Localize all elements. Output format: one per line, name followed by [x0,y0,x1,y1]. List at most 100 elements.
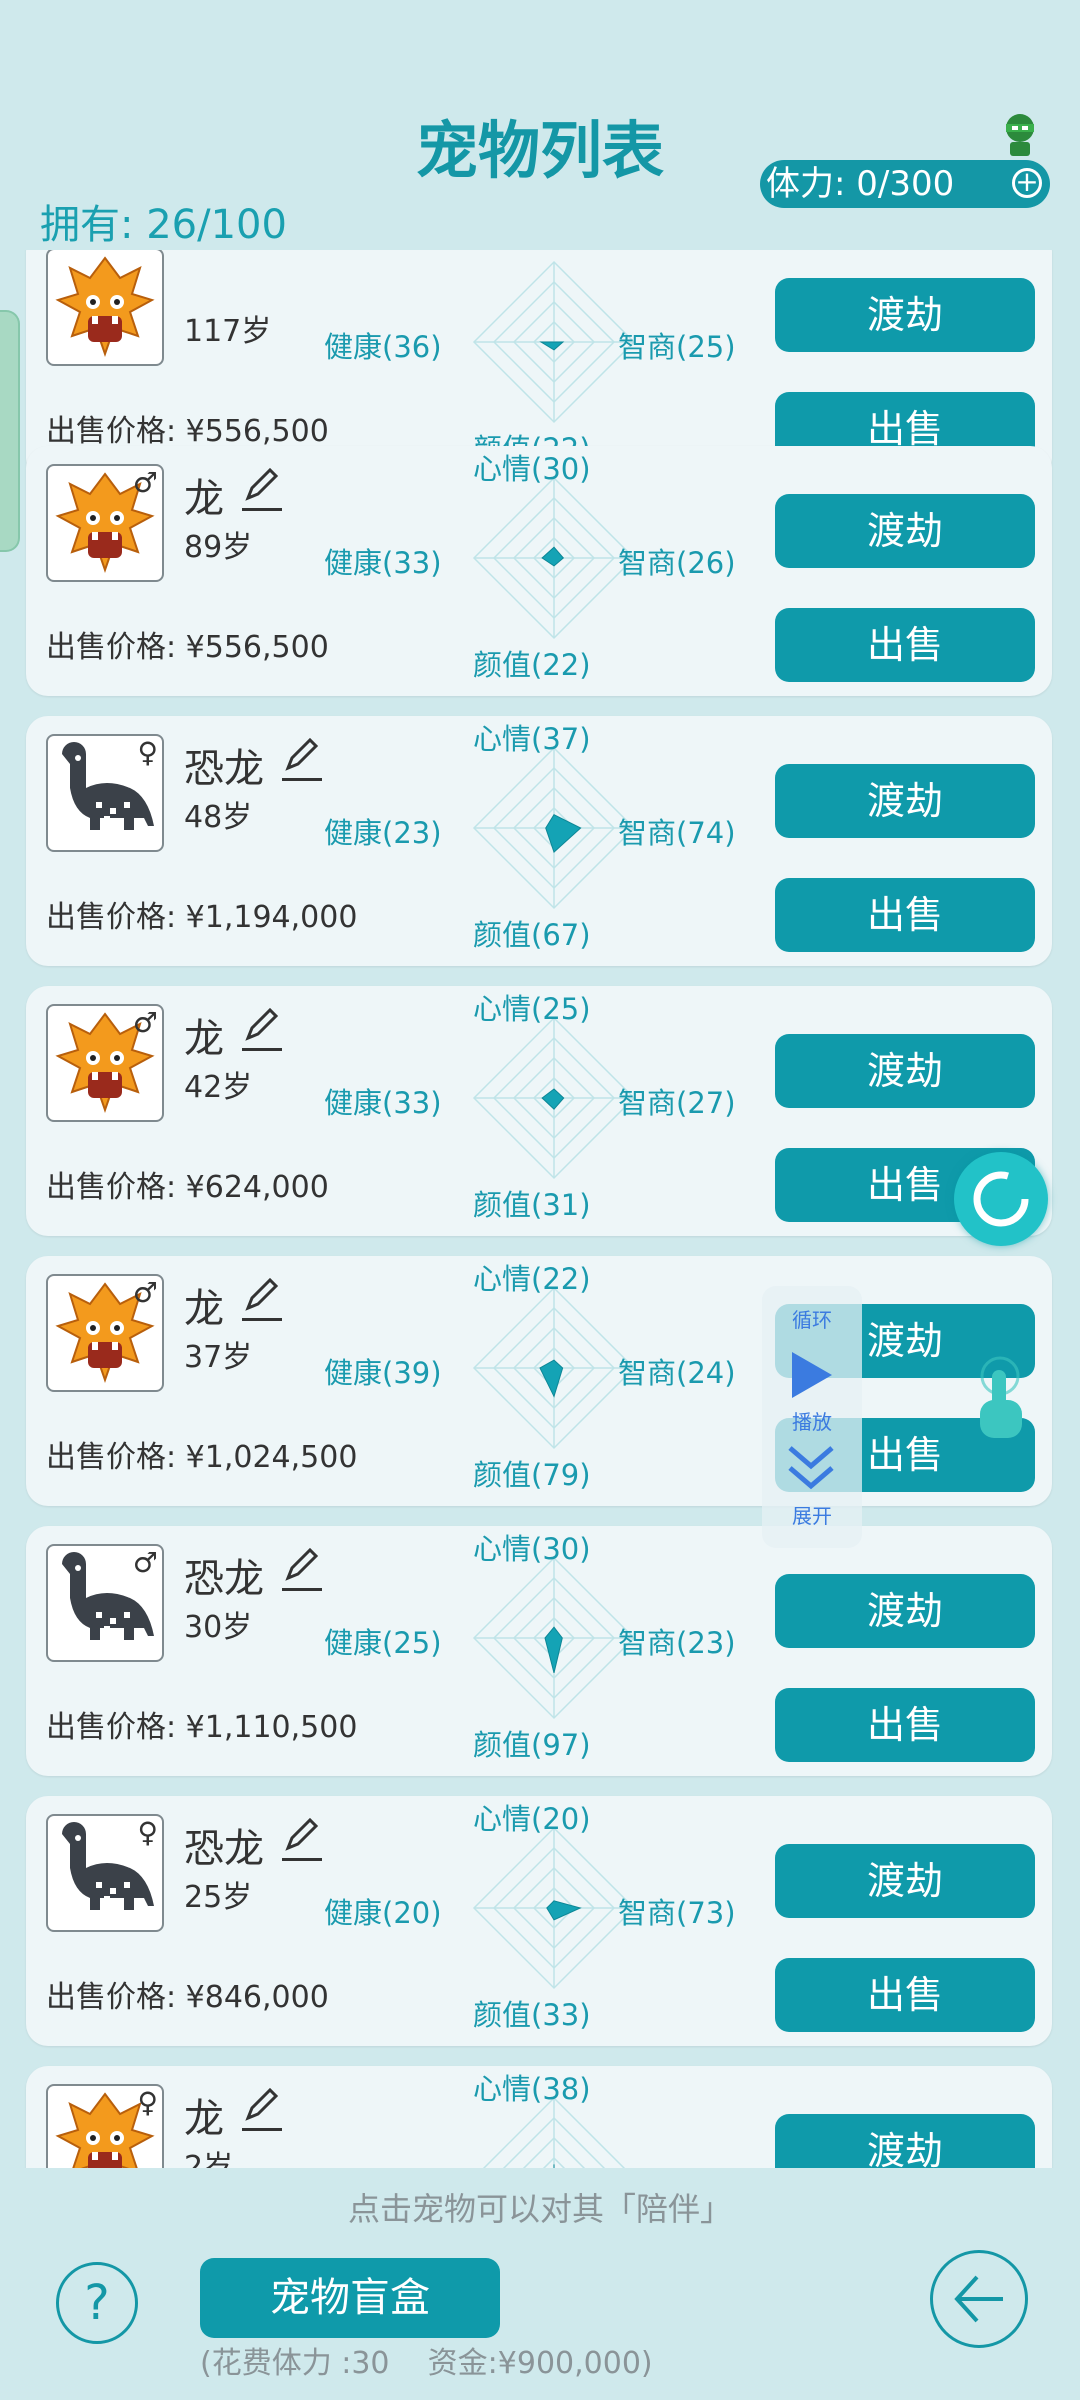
dinosaur-avatar-icon[interactable]: ♂ [46,1544,164,1662]
floating-assistant-button[interactable] [954,1152,1048,1246]
pet-name: 恐龙 [184,1826,264,1872]
stat-iq: 智商(26) [618,546,736,580]
stat-looks: 颜值(67) [473,918,591,952]
play-label[interactable]: 播放 [762,1406,862,1435]
gender-icon: ♀ [137,1816,158,1849]
edit-name-pencil-icon[interactable] [282,734,322,781]
pet-card[interactable]: ♂ 恐龙 30岁 出售价格: ¥1,110,500 心情(30) 健康(25) 智商(23)… [26,1526,1052,1776]
ninja-avatar-icon[interactable] [1000,112,1040,164]
pet-card[interactable]: ♀ 恐龙 48岁 出售价格: ¥1,194,000 心情(37) 健康(23) 智商(74)… [26,716,1052,966]
sell-price: 出售价格: ¥1,024,500 [46,1440,358,1475]
edit-name-pencil-icon[interactable] [242,2084,282,2131]
pet-age: 117岁 [184,314,272,349]
hint-text: 点击宠物可以对其「陪伴」 [347,2190,732,2228]
expand-label[interactable]: 展开 [762,1500,862,1529]
stat-looks: 颜值(31) [473,1188,591,1222]
transcend-button[interactable]: 渡劫 [775,1844,1035,1918]
pet-card[interactable]: ♀ 龙 2岁 心情(38) 渡劫 [26,2066,1052,2168]
sell-button[interactable]: 出售 [775,1958,1035,2032]
gender-icon: ♀ [137,736,158,769]
transcend-button[interactable]: 渡劫 [775,1574,1035,1648]
stat-mood: 心情(20) [473,1802,591,1836]
transcend-button[interactable]: 渡劫 [775,494,1035,568]
edit-name-pencil-icon[interactable] [282,1544,322,1591]
stat-iq: 智商(74) [618,816,736,850]
radar-value-shape [541,546,565,567]
gender-icon: ♂ [132,1546,158,1579]
sell-button[interactable]: 出售 [775,608,1035,682]
arrow-left-icon [954,2275,1003,2323]
stat-iq: 智商(25) [618,330,736,364]
stat-health: 健康(36) [324,330,442,364]
pet-name: 恐龙 [184,1556,264,1602]
stat-iq: 智商(23) [618,1626,736,1660]
pet-age: 37岁 [184,1340,253,1375]
pet-card[interactable]: ♂ 龙 42岁 出售价格: ¥624,000 心情(25) 健康(33) 智商(27) 颜值(… [26,986,1052,1236]
pet-age: 48岁 [184,800,253,835]
edit-name-pencil-icon[interactable] [282,1814,322,1861]
pet-age: 2岁 [184,2150,234,2168]
stat-health: 健康(20) [324,1896,442,1930]
pet-name: 龙 [184,2096,224,2142]
edit-name-pencil-icon[interactable] [242,464,282,511]
sell-price: 出售价格: ¥846,000 [46,1980,329,2015]
stat-looks: 颜值(33) [473,1998,591,2032]
refresh-ring-icon [973,1171,1029,1227]
pet-list[interactable]: 117岁出售价格: ¥556,500健康(36)智商(25)颜值(22)渡劫出售… [0,250,1080,2168]
sell-button[interactable]: 出售 [775,878,1035,952]
stat-iq: 智商(73) [618,1896,736,1930]
pet-age: 30岁 [184,1610,253,1645]
edit-name-pencil-icon[interactable] [242,1274,282,1321]
stat-looks: 颜值(22) [473,648,591,682]
add-stamina-icon[interactable]: + [1012,168,1042,198]
sell-button[interactable]: 出售 [775,1688,1035,1762]
stat-health: 健康(25) [324,1626,442,1660]
stamina-bar: 体力: 0/300 + [760,160,1050,208]
stat-mood: 心情(25) [473,992,591,1026]
dragon-avatar-icon[interactable]: ♂ [46,1274,164,1392]
stat-health: 健康(33) [324,1086,442,1120]
back-button[interactable] [930,2250,1028,2348]
owned-count: 拥有: 26/100 [40,202,287,248]
stat-mood: 心情(37) [473,722,591,756]
stamina-label: 体力: 0/300 [766,164,955,204]
transcend-button[interactable]: 渡劫 [775,764,1035,838]
stat-mood: 心情(30) [473,452,591,486]
loop-label[interactable]: 循环 [762,1304,862,1333]
transcend-button[interactable]: 渡劫 [775,1034,1035,1108]
pet-age: 42岁 [184,1070,253,1105]
stat-mood: 心情(30) [473,1532,591,1566]
pet-name: 恐龙 [184,746,264,792]
pet-age: 25岁 [184,1880,253,1915]
stat-looks: 颜值(79) [473,1458,591,1492]
dinosaur-avatar-icon[interactable]: ♀ [46,1814,164,1932]
transcend-button[interactable]: 渡劫 [775,2114,1035,2168]
tap-hand-icon [972,1356,1028,1446]
pet-name: 龙 [184,1016,224,1062]
transcend-button[interactable]: 渡劫 [775,278,1035,352]
dinosaur-avatar-icon[interactable]: ♀ [46,734,164,852]
dragon-avatar-icon[interactable]: ♂ [46,464,164,582]
sell-price: 出售价格: ¥624,000 [46,1170,329,1205]
expand-chevron-icon[interactable] [786,1442,836,1494]
dragon-avatar-icon[interactable] [46,250,164,366]
pet-card[interactable]: ♂ 龙 89岁 出售价格: ¥556,500 心情(30) 健康(33) 智商(26) 颜值(… [26,446,1052,696]
pet-card[interactable]: ♀ 恐龙 25岁出售价格: ¥846,000 心情(20) 健康(20) 智商(73) 颜值… [26,1796,1052,2046]
pet-blindbox-button[interactable]: 宠物盲盒 [200,2258,500,2338]
stat-mood: 心情(38) [473,2072,591,2106]
radar-value-shape [544,1626,563,1674]
dragon-avatar-icon[interactable]: ♂ [46,1004,164,1122]
pet-name: 龙 [184,1286,224,1332]
play-icon[interactable] [788,1350,834,1400]
sell-price: 出售价格: ¥556,500 [46,414,329,449]
stat-looks: 颜值(97) [473,1728,591,1762]
macro-float-panel[interactable]: 循环 播放 展开 [762,1286,862,1548]
sell-price: 出售价格: ¥556,500 [46,630,329,665]
gender-icon: ♂ [132,1006,158,1039]
help-button[interactable]: ? [56,2262,138,2344]
dragon-avatar-icon[interactable]: ♀ [46,2084,164,2168]
gender-icon: ♂ [132,466,158,499]
pet-age: 89岁 [184,530,253,565]
pet-card[interactable]: ♂ 龙 37岁 出售价格: ¥1,024,500 心情(22) 健康(39) 智商(24) 颜… [26,1256,1052,1506]
edit-name-pencil-icon[interactable] [242,1004,282,1051]
